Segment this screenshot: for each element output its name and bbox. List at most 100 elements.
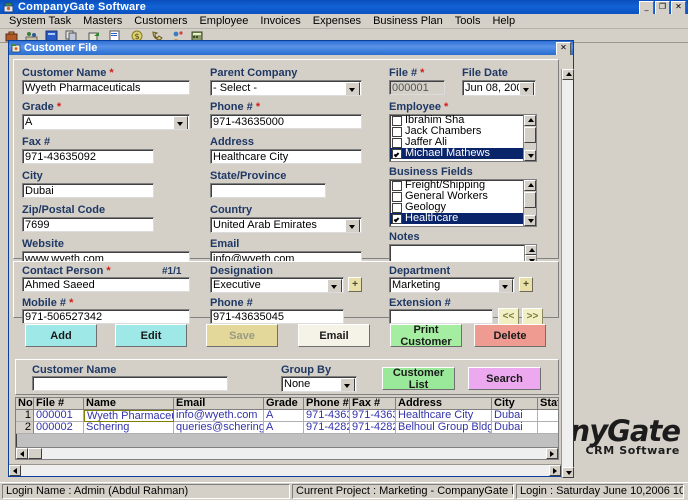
print-customer-button[interactable]: Print Customer (390, 324, 462, 348)
grid-cell-phone[interactable]: 971-43635 (304, 410, 350, 422)
grid-cell-no[interactable]: 1 (16, 410, 34, 422)
scroll-up-icon[interactable] (524, 115, 536, 126)
chevron-down-icon[interactable] (327, 279, 342, 292)
checkbox-icon[interactable] (392, 191, 402, 202)
grid-header-no[interactable]: No (16, 398, 34, 410)
grid-header-email[interactable]: Email (174, 398, 264, 410)
chevron-down-icon[interactable] (519, 82, 534, 95)
menu-item-invoices[interactable]: Invoices (254, 14, 306, 28)
chevron-down-icon[interactable] (498, 279, 513, 292)
customer-name-input[interactable] (22, 80, 190, 95)
add-department-button[interactable]: + (519, 277, 533, 292)
checkbox-icon[interactable] (392, 213, 402, 224)
grid-cell-grade[interactable]: A (264, 410, 304, 422)
maximize-button[interactable]: ❐ (655, 1, 670, 15)
listbox-scrollbar[interactable] (523, 180, 536, 226)
business-fields-listbox[interactable]: Freight/Shipping General Workers Geology He… (389, 179, 537, 227)
grid-cell-file[interactable]: 000001 (34, 410, 84, 422)
grid-cell-file[interactable]: 000002 (34, 422, 84, 434)
next-contact-button[interactable]: >> (522, 308, 543, 325)
address-input[interactable] (210, 149, 362, 164)
add-button[interactable]: Add (25, 324, 97, 347)
grid-cell-state[interactable] (538, 410, 558, 422)
scroll-up-icon[interactable] (562, 69, 574, 80)
grid-header-grade[interactable]: Grade (264, 398, 304, 410)
city-input[interactable] (22, 183, 154, 198)
menu-item-help[interactable]: Help (486, 14, 521, 28)
table-row[interactable]: 2000002Scheringqueries@schering.deA971-4… (16, 422, 558, 434)
grid-header-file[interactable]: File # (34, 398, 84, 410)
scroll-thumb[interactable] (524, 127, 536, 143)
grid-cell-email[interactable]: info@wyeth.com (174, 410, 264, 422)
grid-cell-city[interactable]: Dubai (492, 410, 538, 422)
checkbox-icon[interactable] (392, 180, 402, 191)
extension-input[interactable] (389, 309, 493, 324)
menu-item-masters[interactable]: Masters (77, 14, 128, 28)
chevron-down-icon[interactable] (340, 378, 355, 391)
add-designation-button[interactable]: + (348, 277, 362, 292)
scroll-down-icon[interactable] (562, 467, 574, 478)
employee-listbox[interactable]: Ibrahim Sha Jack Chambers Jaffer Ali Michae… (389, 114, 537, 162)
menu-item-employee[interactable]: Employee (193, 14, 254, 28)
customer-file-close-button[interactable]: ✕ (556, 42, 571, 56)
scroll-thumb[interactable] (524, 192, 536, 208)
parent-company-select[interactable]: - Select - (210, 80, 362, 96)
menu-item-business-plan[interactable]: Business Plan (367, 14, 449, 28)
menu-item-tools[interactable]: Tools (449, 14, 487, 28)
grid-cell-no[interactable]: 2 (16, 422, 34, 434)
customer-results-grid[interactable]: No File # Name Email Grade Phone # Fax # Addres… (15, 397, 559, 460)
grid-cell-address[interactable]: Belhoul Group Bldg (396, 422, 492, 434)
table-row[interactable]: 1000001Wyeth Pharmaceuticainfo@wyeth.com… (16, 410, 558, 422)
grid-cell-fax[interactable]: 971-43635 (350, 410, 396, 422)
menu-item-expenses[interactable]: Expenses (307, 14, 367, 28)
menu-item-system-task[interactable]: System Task (3, 14, 77, 28)
phone-input[interactable] (210, 114, 362, 129)
grid-header-fax[interactable]: Fax # (350, 398, 396, 410)
close-button[interactable]: ✕ (671, 1, 686, 15)
contact-person-input[interactable] (22, 277, 190, 292)
grid-cell-name[interactable]: Wyeth Pharmaceutica (84, 410, 174, 422)
checkbox-icon[interactable] (392, 148, 402, 159)
scroll-left-icon[interactable] (9, 465, 21, 476)
previous-contact-button[interactable]: << (498, 308, 519, 325)
grid-cell-state[interactable] (538, 422, 558, 434)
grid-header-name[interactable]: Name (84, 398, 174, 410)
zip-input[interactable] (22, 217, 154, 232)
list-item[interactable]: Michael Mathews (390, 148, 524, 159)
customer-list-button[interactable]: Customer List (382, 367, 455, 391)
grid-cell-name[interactable]: Schering (84, 422, 174, 434)
grid-header-state[interactable]: State (538, 398, 558, 410)
grid-cell-city[interactable]: Dubai (492, 422, 538, 434)
scroll-up-icon[interactable] (525, 245, 536, 255)
grid-header-address[interactable]: Address (396, 398, 492, 410)
contact-mobile-input[interactable] (22, 309, 190, 324)
fax-input[interactable] (22, 149, 154, 164)
country-select[interactable]: United Arab Emirates (210, 217, 362, 233)
menu-item-customers[interactable]: Customers (128, 14, 193, 28)
file-date-picker[interactable]: Jun 08, 2006 (462, 80, 536, 96)
grid-cell-grade[interactable]: A (264, 422, 304, 434)
grid-scroll-thumb[interactable] (28, 448, 42, 459)
grid-header-city[interactable]: City (492, 398, 538, 410)
chevron-down-icon[interactable] (173, 116, 188, 129)
scroll-right-icon[interactable] (549, 465, 561, 476)
grid-cell-phone[interactable]: 971-42821 (304, 422, 350, 434)
scroll-left-icon[interactable] (16, 448, 28, 459)
scroll-down-icon[interactable] (524, 215, 536, 226)
customer-file-horizontal-scrollbar[interactable] (9, 464, 561, 476)
list-item[interactable]: Healthcare (390, 213, 524, 224)
designation-select[interactable]: Executive (210, 277, 344, 293)
grade-select[interactable]: A (22, 114, 190, 130)
scroll-up-icon[interactable] (524, 180, 536, 191)
listbox-scrollbar[interactable] (523, 115, 536, 161)
contact-phone-input[interactable] (210, 309, 344, 324)
customer-file-vertical-scrollbar[interactable] (561, 69, 574, 478)
scroll-right-icon[interactable] (546, 448, 558, 459)
search-button[interactable]: Search (468, 367, 541, 390)
email-button[interactable]: Email (298, 324, 370, 347)
group-by-select[interactable]: None (281, 376, 357, 392)
grid-header-phone[interactable]: Phone # (304, 398, 350, 410)
checkbox-icon[interactable] (392, 137, 402, 148)
edit-button[interactable]: Edit (115, 324, 187, 347)
grid-cell-email[interactable]: queries@schering.de (174, 422, 264, 434)
